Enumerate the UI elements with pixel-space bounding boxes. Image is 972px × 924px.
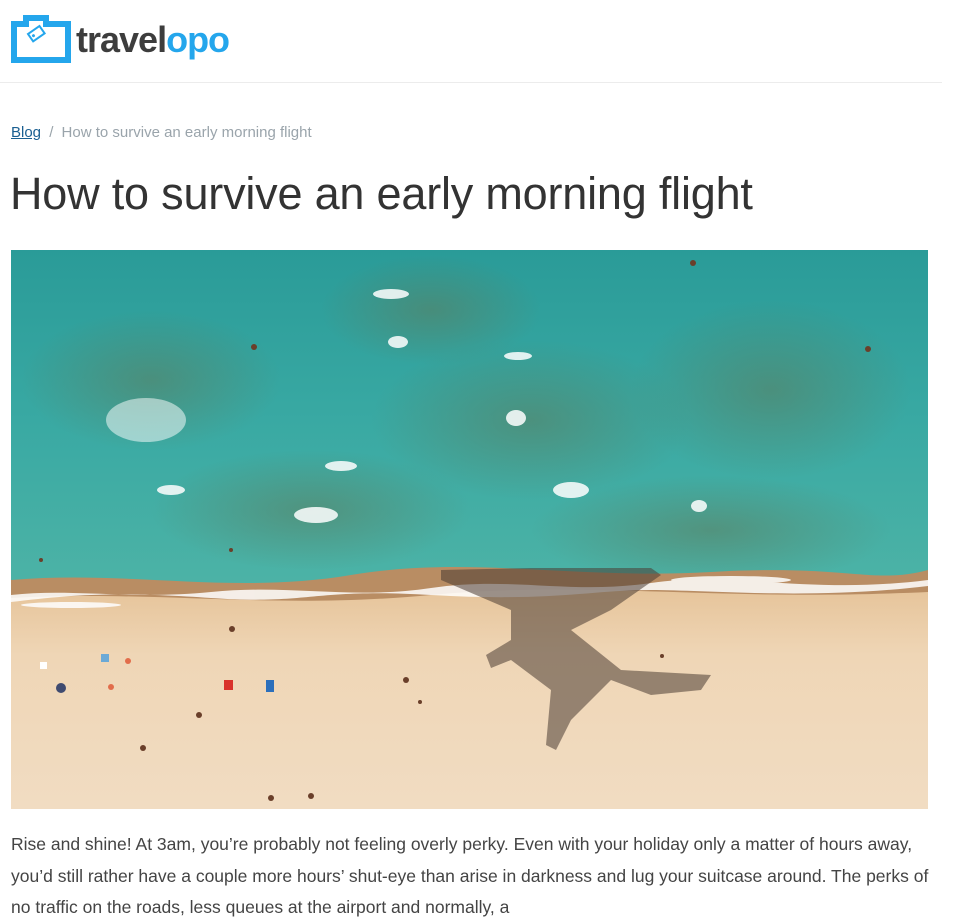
airplane-shadow-beach-image [11,250,928,809]
luggage-tag-icon [11,15,71,63]
hero-image [11,250,928,809]
breadcrumb-current: How to survive an early morning flight [61,124,312,141]
logo-wordmark: travelopo [76,19,230,60]
breadcrumb: Blog / How to survive an early morning f… [11,124,312,141]
article-title: How to survive an early morning flight [10,168,753,219]
breadcrumb-blog-link[interactable]: Blog [11,124,41,141]
site-logo[interactable]: travelopo [10,14,230,64]
article-intro: Rise and shine! At 3am, you’re probably … [11,834,929,917]
breadcrumb-separator: / [49,124,54,141]
site-header: travelopo [0,0,942,83]
logo-text-opo: opo [166,19,230,60]
logo-text-travel: travel [76,19,167,60]
